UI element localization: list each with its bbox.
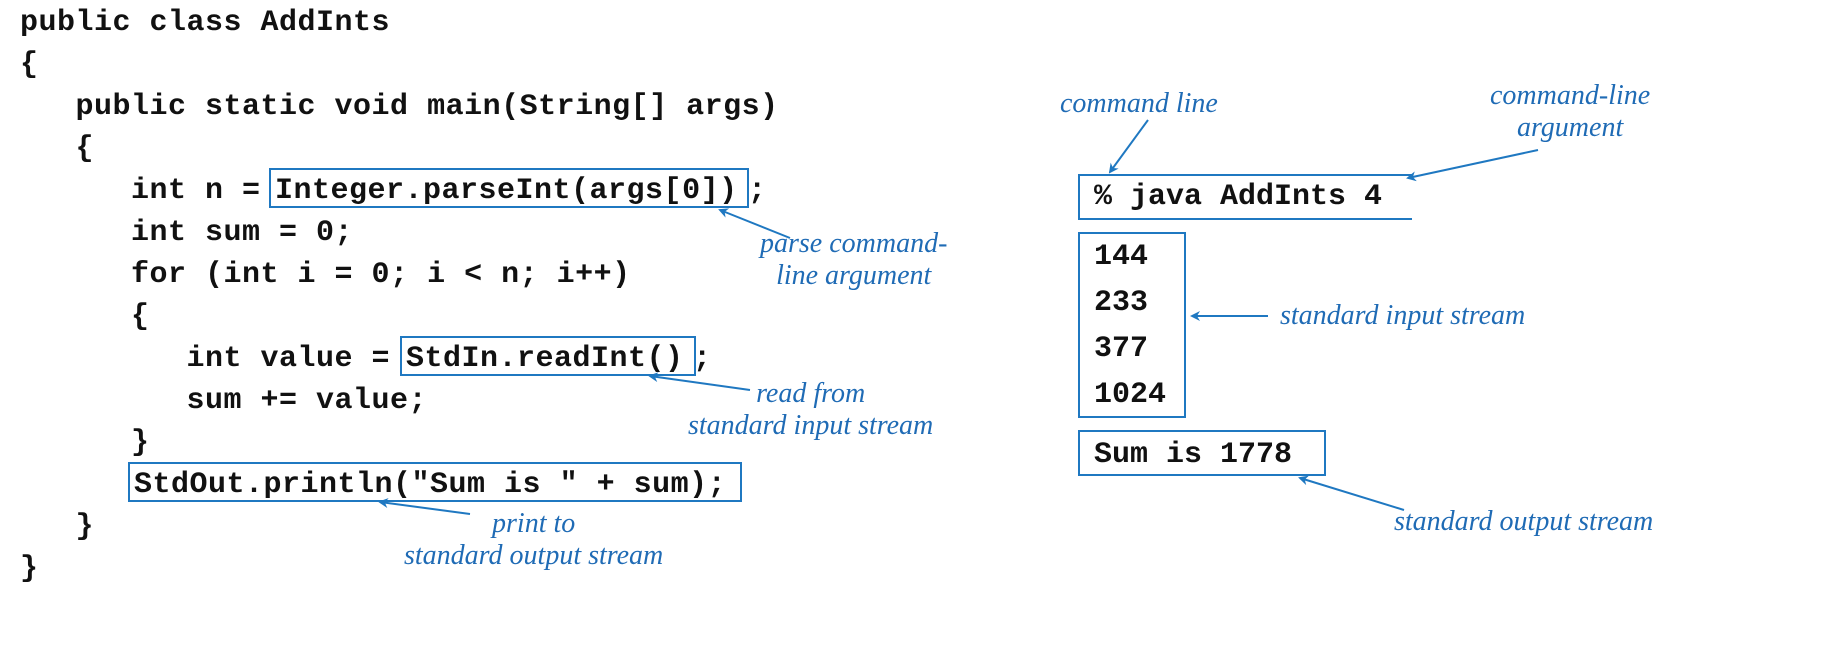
code-line-1: public class AddInts bbox=[20, 6, 390, 40]
label-read: read from standard input stream bbox=[688, 378, 933, 442]
code-line-5c: ; bbox=[748, 174, 767, 208]
arrow-cmdline bbox=[1110, 120, 1148, 172]
terminal-cmd: % java AddInts 4 bbox=[1094, 180, 1382, 214]
terminal-out: Sum is 1778 bbox=[1094, 438, 1292, 472]
terminal-in3: 377 bbox=[1094, 332, 1148, 366]
label-print: print to standard output stream bbox=[404, 508, 663, 572]
box-parse-int bbox=[269, 168, 749, 208]
terminal-in1: 144 bbox=[1094, 240, 1148, 274]
code-line-4: { bbox=[20, 132, 94, 166]
box-println bbox=[128, 462, 742, 502]
label-stdout: standard output stream bbox=[1394, 506, 1653, 538]
box-readint bbox=[400, 336, 696, 376]
arrow-stdout bbox=[1300, 478, 1404, 510]
code-line-8: { bbox=[20, 300, 150, 334]
code-line-5a: int n = bbox=[20, 174, 279, 208]
code-line-10: sum += value; bbox=[20, 384, 427, 418]
code-line-9a: int value = bbox=[20, 342, 409, 376]
label-stdin: standard input stream bbox=[1280, 300, 1525, 332]
label-parse: parse command- line argument bbox=[760, 228, 947, 292]
code-line-6: int sum = 0; bbox=[20, 216, 353, 250]
label-cmdarg: command-line argument bbox=[1490, 80, 1650, 144]
code-line-11: } bbox=[20, 426, 150, 460]
code-line-13: } bbox=[20, 510, 94, 544]
arrow-cmdarg bbox=[1408, 150, 1538, 178]
code-line-7: for (int i = 0; i < n; i++) bbox=[20, 258, 631, 292]
code-line-14: } bbox=[20, 552, 39, 586]
code-line-3: public static void main(String[] args) bbox=[20, 90, 779, 124]
terminal-in2: 233 bbox=[1094, 286, 1148, 320]
code-line-2: { bbox=[20, 48, 39, 82]
terminal-in4: 1024 bbox=[1094, 378, 1166, 412]
label-cmdline: command line bbox=[1060, 88, 1218, 120]
